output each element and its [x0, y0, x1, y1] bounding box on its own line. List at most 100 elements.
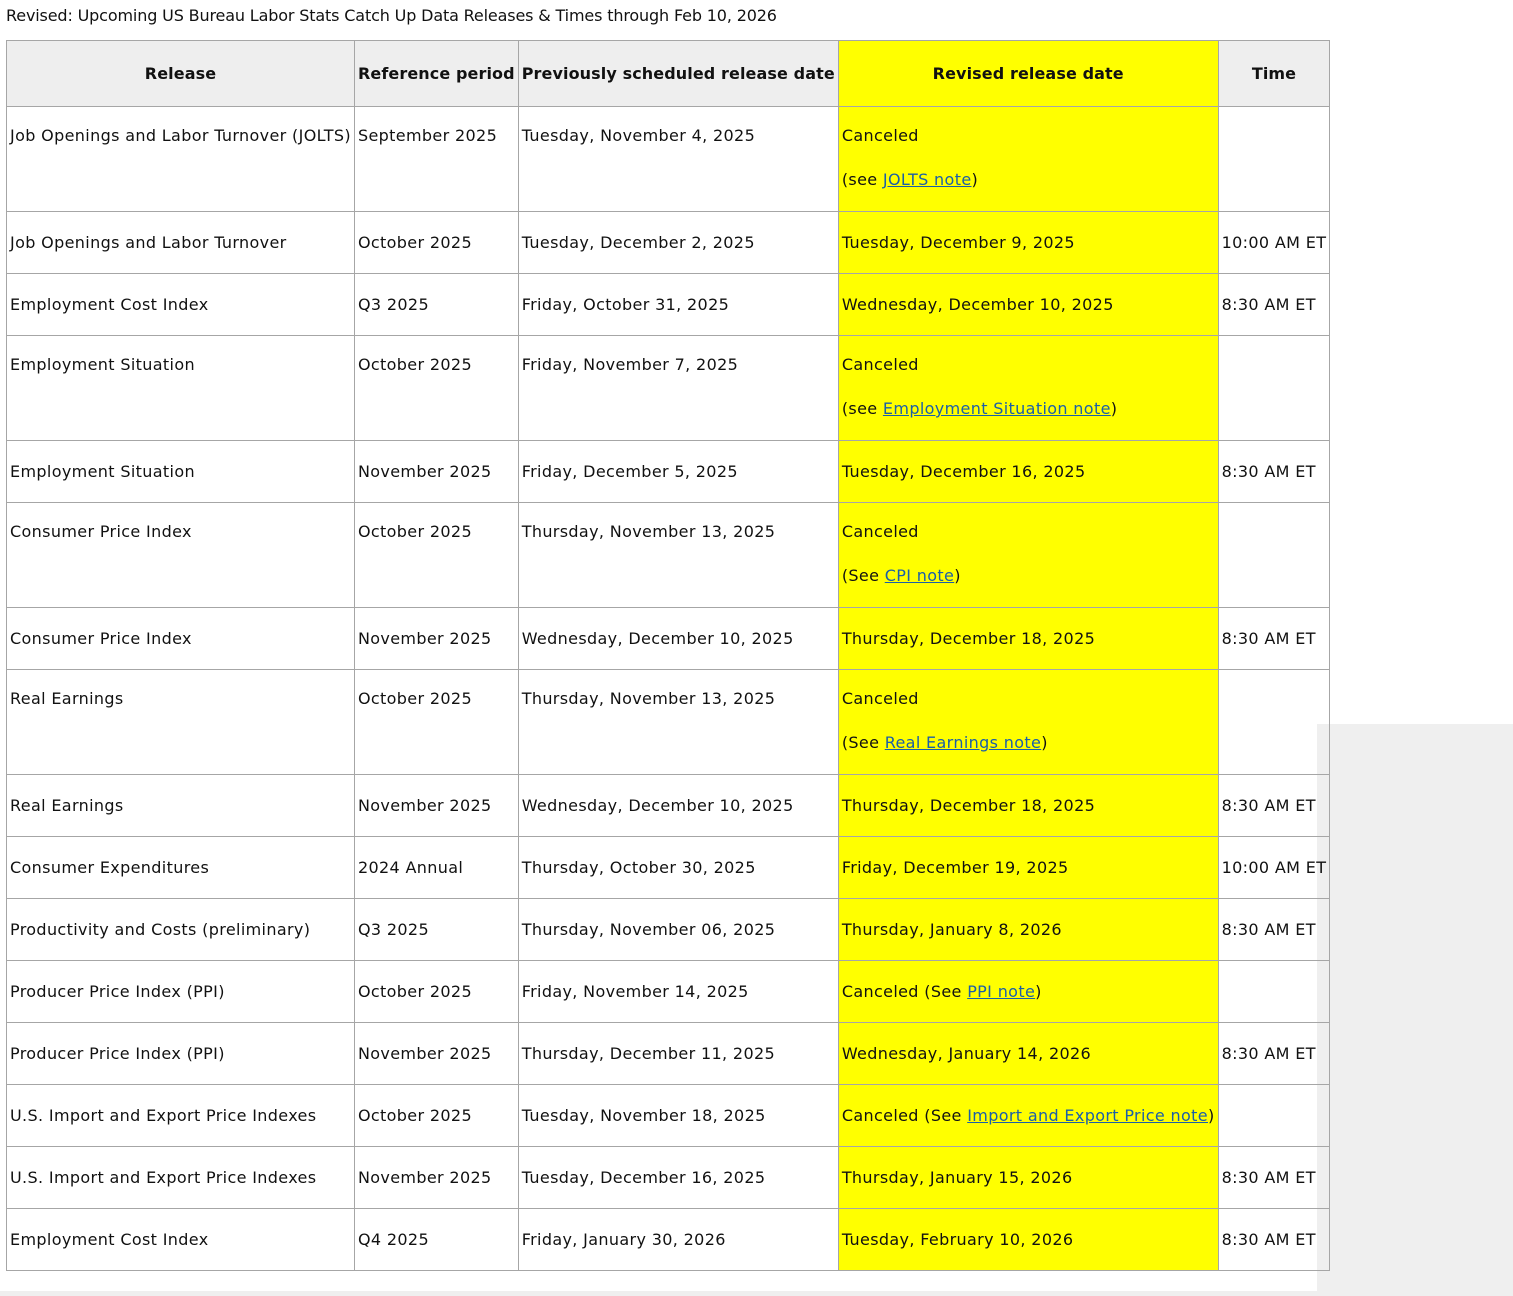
table-row: Job Openings and Labor Turnover (JOLTS) …: [6, 106, 1331, 212]
table-row: Consumer Price Index November 2025 Wedne…: [6, 607, 1331, 670]
table-row: Job Openings and Labor Turnover October …: [6, 211, 1331, 274]
cell-previous-date: Thursday, November 13, 2025: [517, 502, 839, 608]
header-time: Time: [1217, 40, 1331, 107]
cell-release: Job Openings and Labor Turnover: [6, 211, 355, 274]
bottom-strip: [0, 1291, 1317, 1296]
table-header-row: Release Reference period Previously sche…: [6, 40, 1331, 107]
cell-previous-date: Thursday, October 30, 2025: [517, 836, 839, 899]
cell-release: Productivity and Costs (preliminary): [6, 898, 355, 961]
header-reference-period: Reference period: [353, 40, 519, 107]
cell-previous-date: Wednesday, December 10, 2025: [517, 607, 839, 670]
cell-release: Job Openings and Labor Turnover (JOLTS): [6, 106, 355, 212]
cell-previous-date: Friday, January 30, 2026: [517, 1208, 839, 1271]
cell-time: 8:30 AM ET: [1217, 774, 1331, 837]
table-row: Employment Cost Index Q3 2025 Friday, Oc…: [6, 273, 1331, 336]
cell-previous-date: Wednesday, December 10, 2025: [517, 774, 839, 837]
note-line: (see JOLTS note): [841, 170, 979, 189]
header-release: Release: [6, 40, 355, 107]
employment-situation-note-link[interactable]: Employment Situation note: [883, 399, 1111, 418]
cell-period: November 2025: [353, 440, 519, 503]
table-row: Producer Price Index (PPI) October 2025 …: [6, 960, 1331, 1023]
jolts-note-link[interactable]: JOLTS note: [883, 170, 972, 189]
cell-period: November 2025: [353, 1146, 519, 1209]
cell-time: 8:30 AM ET: [1217, 1208, 1331, 1271]
cell-revised-date: Thursday, January 8, 2026: [837, 898, 1219, 961]
cell-revised-date: Canceled (See Import and Export Price no…: [837, 1084, 1219, 1147]
cell-revised-date: Tuesday, February 10, 2026: [837, 1208, 1219, 1271]
cell-release: Consumer Price Index: [6, 607, 355, 670]
cell-time: 8:30 AM ET: [1217, 273, 1331, 336]
table-row: Real Earnings October 2025 Thursday, Nov…: [6, 669, 1331, 775]
import-export-price-note-link[interactable]: Import and Export Price note: [967, 1106, 1208, 1125]
cell-previous-date: Thursday, November 13, 2025: [517, 669, 839, 775]
cell-previous-date: Thursday, December 11, 2025: [517, 1022, 839, 1085]
cell-revised-date: Tuesday, December 16, 2025: [837, 440, 1219, 503]
cell-previous-date: Friday, November 14, 2025: [517, 960, 839, 1023]
cell-time: 8:30 AM ET: [1217, 898, 1331, 961]
cell-period: Q4 2025: [353, 1208, 519, 1271]
cell-time: [1217, 106, 1331, 212]
cell-revised-date: Canceled (see JOLTS note): [837, 106, 1219, 212]
cell-release: Producer Price Index (PPI): [6, 1022, 355, 1085]
cell-previous-date: Thursday, November 06, 2025: [517, 898, 839, 961]
table-row: Real Earnings November 2025 Wednesday, D…: [6, 774, 1331, 837]
cell-release: Consumer Price Index: [6, 502, 355, 608]
cell-previous-date: Friday, December 5, 2025: [517, 440, 839, 503]
cell-revised-date: Thursday, December 18, 2025: [837, 774, 1219, 837]
cell-release: Employment Situation: [6, 440, 355, 503]
cell-revised-date: Canceled (See PPI note): [837, 960, 1219, 1023]
cell-period: October 2025: [353, 669, 519, 775]
cell-previous-date: Tuesday, November 4, 2025: [517, 106, 839, 212]
cell-revised-date: Wednesday, January 14, 2026: [837, 1022, 1219, 1085]
side-panel: [1317, 724, 1513, 1296]
cell-revised-date: Tuesday, December 9, 2025: [837, 211, 1219, 274]
cell-release: Consumer Expenditures: [6, 836, 355, 899]
release-schedule-table: Release Reference period Previously sche…: [6, 40, 1331, 1271]
cell-revised-date: Friday, December 19, 2025: [837, 836, 1219, 899]
table-row: Productivity and Costs (preliminary) Q3 …: [6, 898, 1331, 961]
cell-revised-date: Canceled (See CPI note): [837, 502, 1219, 608]
header-revised-date: Revised release date: [837, 40, 1219, 107]
cell-release: Employment Cost Index: [6, 273, 355, 336]
cell-time: 10:00 AM ET: [1217, 836, 1331, 899]
cell-period: November 2025: [353, 1022, 519, 1085]
cell-previous-date: Tuesday, November 18, 2025: [517, 1084, 839, 1147]
cell-release: U.S. Import and Export Price Indexes: [6, 1084, 355, 1147]
table-row: Employment Situation November 2025 Frida…: [6, 440, 1331, 503]
note-line: (See Real Earnings note): [841, 733, 1048, 752]
cell-time: [1217, 1084, 1331, 1147]
ppi-note-link[interactable]: PPI note: [967, 982, 1035, 1001]
table-row: Consumer Price Index October 2025 Thursd…: [6, 502, 1331, 608]
table-row: Employment Situation October 2025 Friday…: [6, 335, 1331, 441]
cell-time: [1217, 502, 1331, 608]
cell-period: October 2025: [353, 211, 519, 274]
cell-time: 8:30 AM ET: [1217, 440, 1331, 503]
cell-time: [1217, 960, 1331, 1023]
real-earnings-note-link[interactable]: Real Earnings note: [885, 733, 1041, 752]
cell-period: November 2025: [353, 607, 519, 670]
cell-release: Employment Cost Index: [6, 1208, 355, 1271]
note-line: (See CPI note): [841, 566, 961, 585]
cell-release: U.S. Import and Export Price Indexes: [6, 1146, 355, 1209]
cell-previous-date: Tuesday, December 16, 2025: [517, 1146, 839, 1209]
cell-time: 10:00 AM ET: [1217, 211, 1331, 274]
cell-time: 8:30 AM ET: [1217, 1146, 1331, 1209]
cpi-note-link[interactable]: CPI note: [885, 566, 954, 585]
cell-period: October 2025: [353, 335, 519, 441]
cell-period: October 2025: [353, 502, 519, 608]
header-previous-date: Previously scheduled release date: [517, 40, 839, 107]
table-row: Consumer Expenditures 2024 Annual Thursd…: [6, 836, 1331, 899]
table-row: U.S. Import and Export Price Indexes Nov…: [6, 1146, 1331, 1209]
cell-release: Employment Situation: [6, 335, 355, 441]
table-row: Producer Price Index (PPI) November 2025…: [6, 1022, 1331, 1085]
cell-revised-date: Thursday, January 15, 2026: [837, 1146, 1219, 1209]
page: Revised: Upcoming US Bureau Labor Stats …: [0, 0, 1513, 1296]
cell-revised-date: Canceled (see Employment Situation note): [837, 335, 1219, 441]
page-title: Revised: Upcoming US Bureau Labor Stats …: [6, 6, 777, 25]
cell-revised-date: Thursday, December 18, 2025: [837, 607, 1219, 670]
cell-period: October 2025: [353, 960, 519, 1023]
note-line: (see Employment Situation note): [841, 399, 1118, 418]
table-row: Employment Cost Index Q4 2025 Friday, Ja…: [6, 1208, 1331, 1271]
cell-period: October 2025: [353, 1084, 519, 1147]
cell-time: [1217, 669, 1331, 775]
